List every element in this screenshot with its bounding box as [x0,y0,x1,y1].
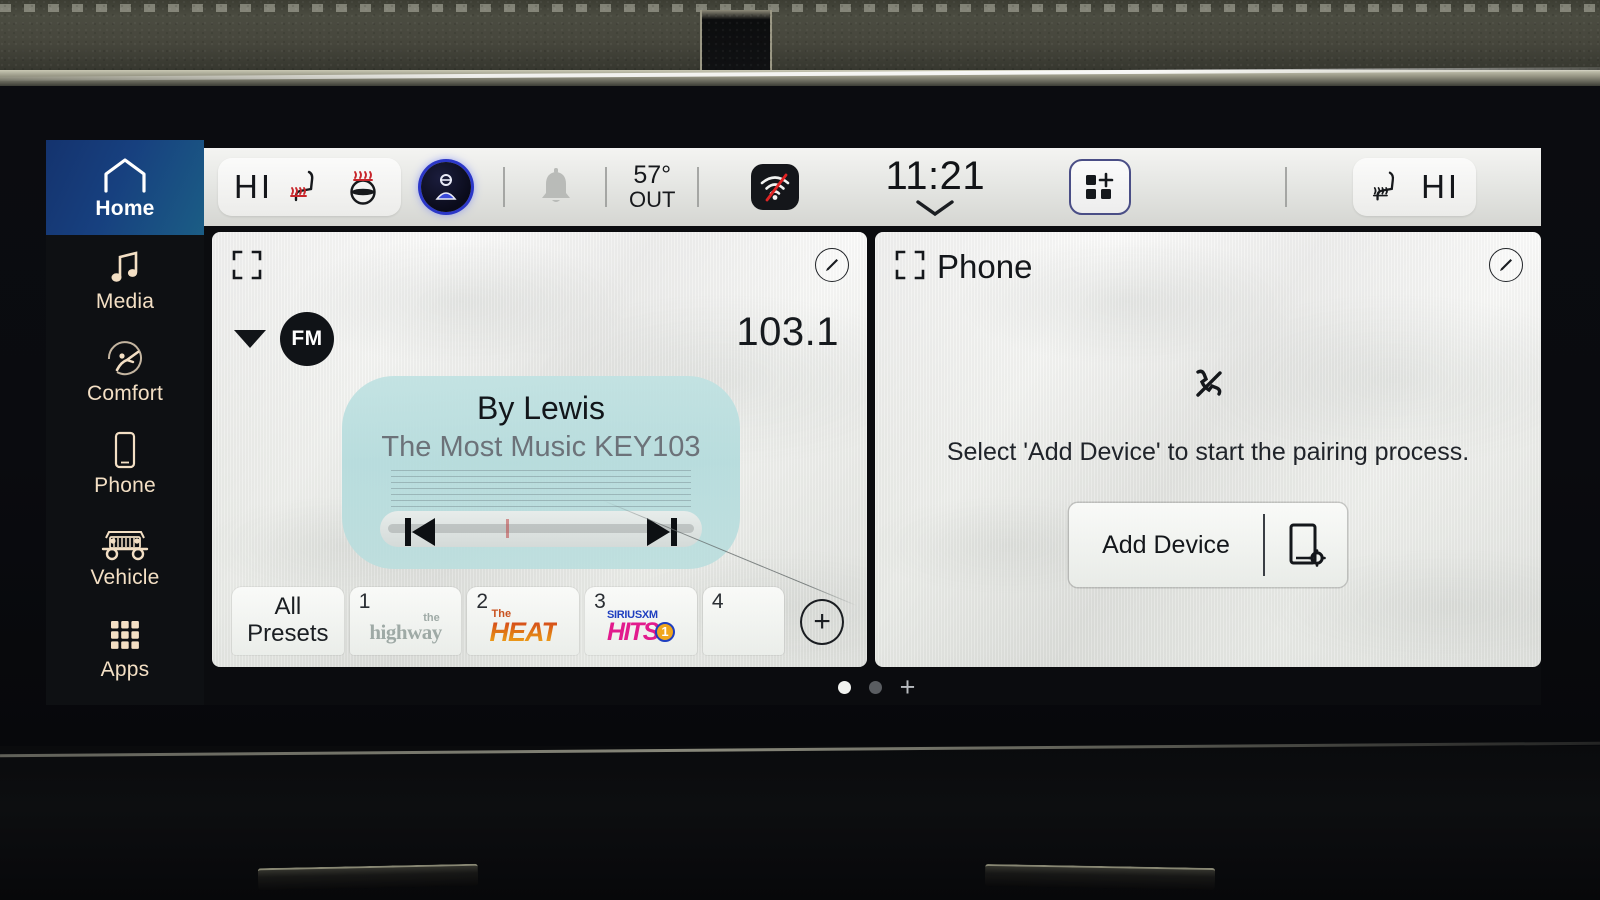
driver-profile-icon[interactable] [421,162,471,212]
heated-seat-icon[interactable] [287,166,327,208]
status-divider [503,167,505,207]
status-divider [697,167,700,207]
sidebar-item-label: Apps [100,658,150,681]
grid-apps-icon [106,616,144,654]
dashboard-center-trim [700,10,772,70]
now-playing-title: By Lewis [476,390,606,426]
band-label[interactable]: FM [280,312,334,366]
sidebar-item-home[interactable]: Home [46,140,204,235]
preset-4[interactable]: 4 [702,587,785,655]
preset-1[interactable]: 1 the highway [349,587,462,655]
lower-dashboard [0,746,1600,900]
sidebar-item-media[interactable]: Media [46,235,204,327]
heated-seat-icon[interactable] [1369,166,1407,208]
station-logo-the-highway: the highway [369,611,442,645]
phone-pairing-message: Select 'Add Device' to start the pairing… [946,438,1470,466]
preset-all-line2: Presets [247,620,329,647]
phone-disconnected-icon [1188,364,1228,404]
sidebar-item-label: Media [95,290,155,313]
preset-2[interactable]: 2 The HEAT [467,587,580,655]
now-playing-subtitle: The Most Music KEY103 [381,431,701,463]
bell-icon[interactable] [537,166,575,208]
phone-empty-state: Select 'Add Device' to start the pairing… [875,364,1541,587]
preset-bar: All Presets 1 the highway 2 The HEAT 3 S… [232,585,844,655]
status-bar: HI 57° OUT 11:21 HI [204,148,1541,226]
driver-climate-control[interactable]: HI [218,158,401,216]
home-icon [102,155,148,193]
add-device-label: Add Device [1102,530,1230,559]
page-dot-1[interactable] [837,680,851,694]
preset-number: 1 [358,590,371,613]
preset-number: 3 [594,590,606,613]
dashboard-leather-trim [0,0,1600,72]
main-navigation-rail: Home Media Comfort Phone Vehicle Apps [46,140,204,705]
caret-down-icon[interactable] [234,330,266,348]
status-divider [605,167,607,207]
add-widget-grid-icon[interactable] [1069,159,1132,215]
driver-climate-level: HI [234,168,273,205]
add-device-button[interactable]: Add Device [1069,503,1347,587]
plus-circle-icon[interactable]: + [800,599,844,645]
wifi-off-icon[interactable] [751,164,800,210]
phone-widget[interactable]: Phone Select 'Add Device' to start the p… [875,232,1541,667]
phone-settings-icon[interactable] [1265,520,1347,570]
comfort-seat-icon [105,340,145,378]
sidebar-item-label: Home [95,196,155,220]
page-dot-2[interactable] [868,680,882,694]
sidebar-item-label: Phone [94,474,156,497]
passenger-climate-level: HI [1421,168,1461,205]
page-indicator: + [212,674,1541,701]
sidebar-item-label: Vehicle [90,566,160,589]
expand-fullscreen-icon[interactable] [232,250,262,280]
station-logo-the-heat: The HEAT [489,607,558,647]
temperature-label: OUT [629,186,676,212]
sidebar-item-phone[interactable]: Phone [46,419,204,511]
station-logo-siriusxm-hits1: SIRIUSXM HITS 1 [607,609,675,644]
clock-value: 11:21 [885,154,986,198]
seek-bar-marker [506,519,509,538]
sidebar-item-label: Comfort [86,382,164,405]
sidebar-item-apps[interactable]: Apps [46,603,204,695]
home-widget-area: FM 103.1 By Lewis The Most Music KEY103 [212,232,1541,667]
preset-number: 4 [711,590,724,613]
sidebar-item-vehicle[interactable]: Vehicle [46,511,204,603]
music-note-icon [106,248,144,286]
preset-3[interactable]: 3 SIRIUSXM HITS 1 [585,587,697,655]
passenger-climate-control[interactable]: HI [1353,158,1477,216]
temperature-value: 57° [633,161,672,190]
air-vent-left [257,863,479,891]
chevron-down-icon [912,198,958,218]
dashboard-stitching [0,4,1600,12]
radio-frequency: 103.1 [736,310,839,354]
smartphone-icon [111,431,139,470]
audio-visualizer [391,470,691,512]
preset-all-line1: All [274,593,302,621]
edit-pencil-icon[interactable] [1489,248,1523,282]
expand-fullscreen-icon[interactable] [895,250,925,280]
sidebar-item-comfort[interactable]: Comfort [46,327,204,419]
clock-expander[interactable]: 11:21 [885,156,985,218]
phone-widget-title: Phone [937,248,1033,285]
jeep-vehicle-icon [97,524,153,562]
band-selector[interactable]: FM [234,312,334,366]
status-divider [1285,167,1288,207]
radio-widget[interactable]: FM 103.1 By Lewis The Most Music KEY103 [212,232,867,667]
edit-pencil-icon[interactable] [815,248,849,282]
air-vent-right [984,863,1216,891]
preset-all[interactable]: All Presets [232,587,344,655]
heated-steering-wheel-icon[interactable] [341,166,385,208]
infotainment-photo: Home Media Comfort Phone Vehicle Apps HI… [0,0,1600,900]
preset-number: 2 [476,590,489,613]
skip-next-icon[interactable] [642,511,682,553]
now-playing-panel: By Lewis The Most Music KEY103 [342,376,740,569]
outside-temperature[interactable]: 57° OUT [629,163,675,211]
skip-previous-icon[interactable] [400,511,440,553]
uconnect-display: Home Media Comfort Phone Vehicle Apps HI… [46,140,1541,705]
